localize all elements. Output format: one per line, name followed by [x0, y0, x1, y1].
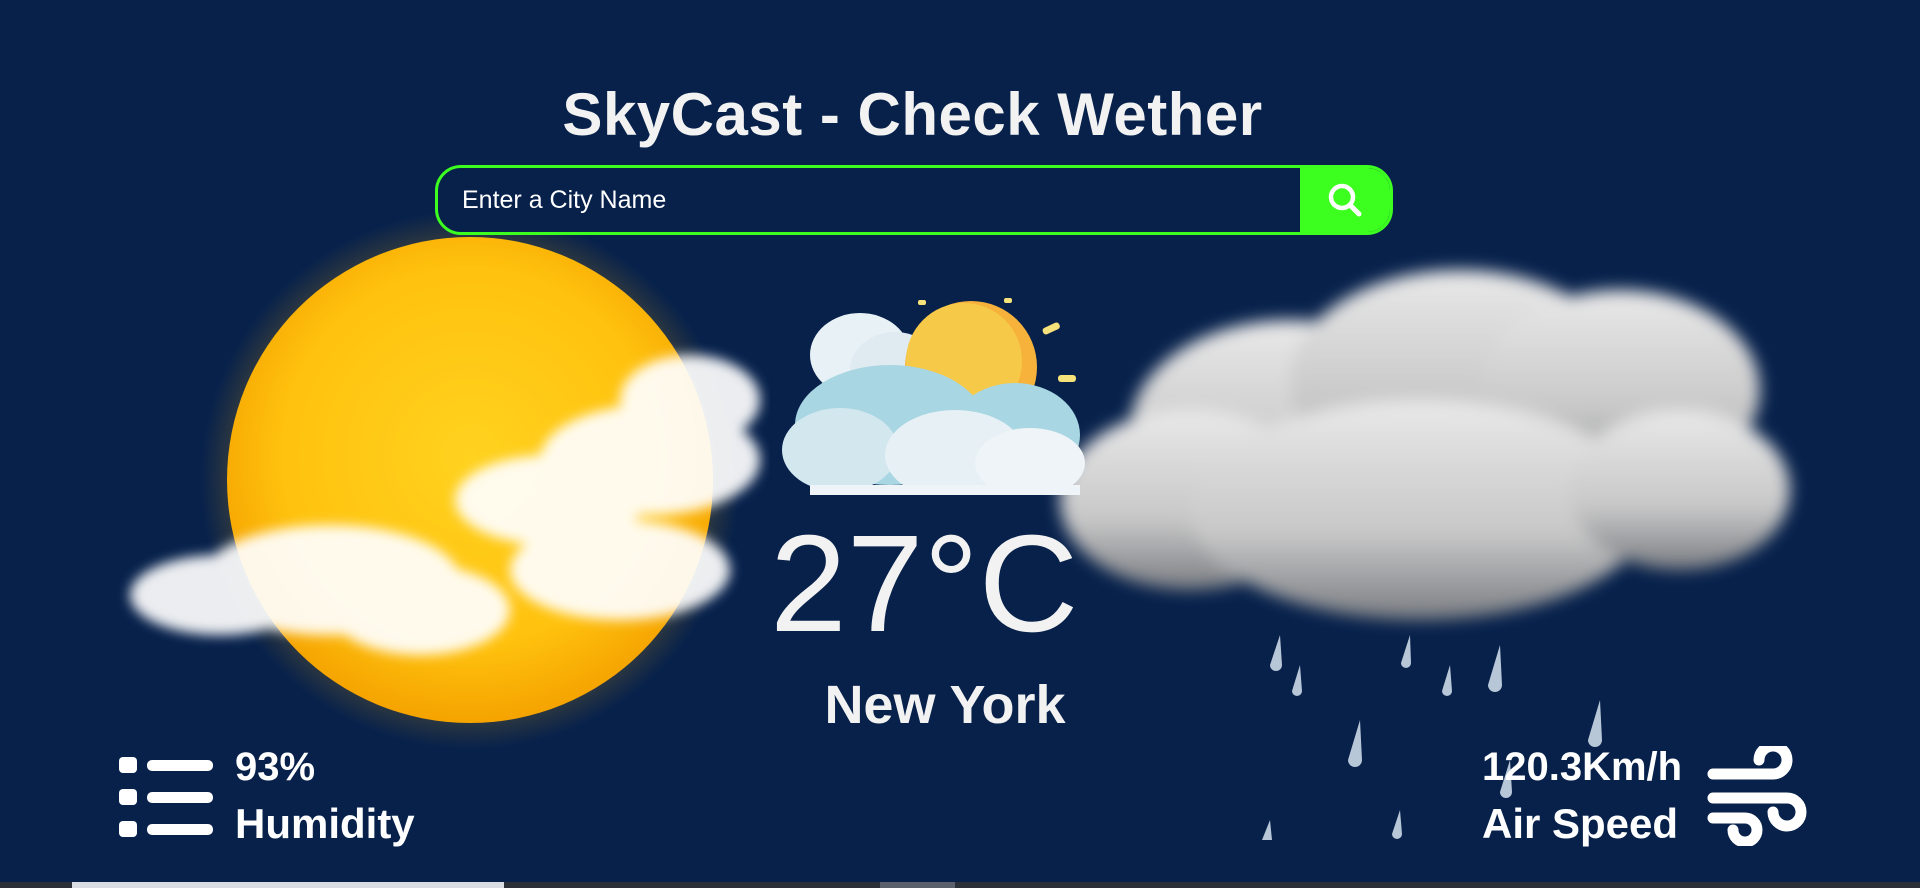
page-title: SkyCast - Check Wether	[562, 81, 1263, 149]
scrollbar-thumb[interactable]	[72, 882, 504, 888]
partly-cloudy-icon	[780, 295, 1090, 500]
search-bar	[435, 165, 1393, 235]
list-icon	[117, 755, 217, 845]
search-icon	[1328, 183, 1362, 217]
bottom-scrollbar[interactable]	[0, 882, 1920, 888]
humidity-label: Humidity	[235, 800, 415, 847]
wind-speed-value: 120.3Km/h	[1482, 745, 1683, 789]
city-name: New York	[824, 675, 1066, 735]
wind-speed-label: Air Speed	[1482, 800, 1679, 847]
humidity-value: 93%	[235, 745, 316, 789]
search-input[interactable]	[438, 168, 1300, 232]
temperature: 27°C	[770, 507, 1079, 661]
wind-icon	[1705, 740, 1810, 851]
scrollbar-segment	[880, 882, 955, 888]
search-button[interactable]	[1300, 168, 1390, 232]
